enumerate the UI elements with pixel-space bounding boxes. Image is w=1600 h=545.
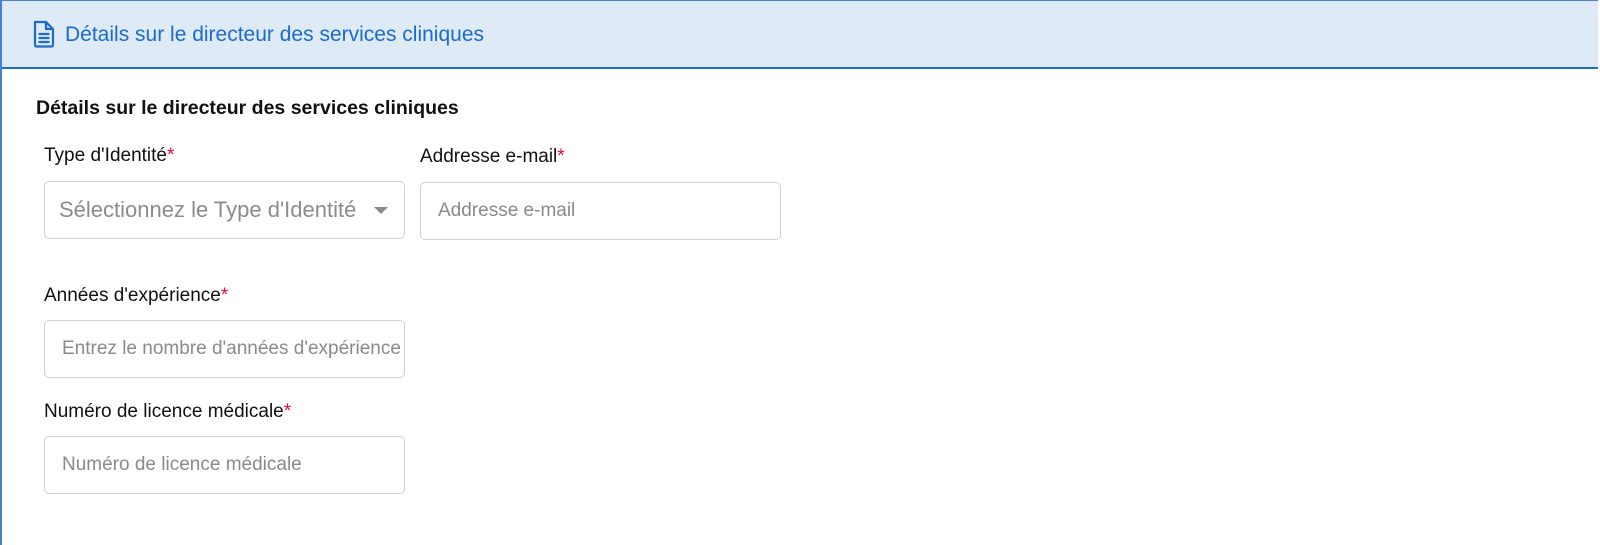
email-field[interactable]: Addresse e-mail — [420, 182, 781, 240]
email-label-text: Addresse e-mail — [420, 146, 558, 167]
experience-label-text: Années d'expérience — [44, 285, 221, 306]
section-title: Détails sur le directeur des services cl… — [36, 97, 459, 119]
identity-type-label: Type d'Identité* — [44, 144, 174, 168]
license-field[interactable]: Numéro de licence médicale — [44, 436, 405, 494]
required-mark: * — [557, 146, 565, 167]
identity-type-placeholder: Sélectionnez le Type d'Identité — [59, 197, 357, 222]
experience-placeholder: Entrez le nombre d'années d'expérience — [62, 338, 401, 359]
required-mark: * — [220, 285, 229, 306]
experience-label: Années d'expérience* — [44, 284, 228, 308]
caret-down-icon — [374, 207, 388, 214]
identity-type-select[interactable]: Sélectionnez le Type d'Identité — [44, 181, 405, 239]
clinical-director-card: Détails sur le directeur des services cl… — [0, 0, 1598, 545]
email-label: Addresse e-mail* — [420, 145, 565, 169]
experience-field[interactable]: Entrez le nombre d'années d'expérience — [44, 320, 405, 378]
identity-type-label-text: Type d'Identité — [44, 145, 167, 166]
required-mark: * — [283, 401, 292, 422]
card-header: Détails sur le directeur des services cl… — [2, 1, 1598, 69]
header-title: Détails sur le directeur des services cl… — [65, 23, 485, 46]
license-label-text: Numéro de licence médicale — [44, 401, 284, 422]
required-mark: * — [167, 145, 175, 166]
document-icon — [32, 20, 56, 48]
license-placeholder: Numéro de licence médicale — [62, 454, 302, 475]
email-placeholder: Addresse e-mail — [438, 200, 576, 221]
license-label: Numéro de licence médicale* — [44, 400, 291, 424]
